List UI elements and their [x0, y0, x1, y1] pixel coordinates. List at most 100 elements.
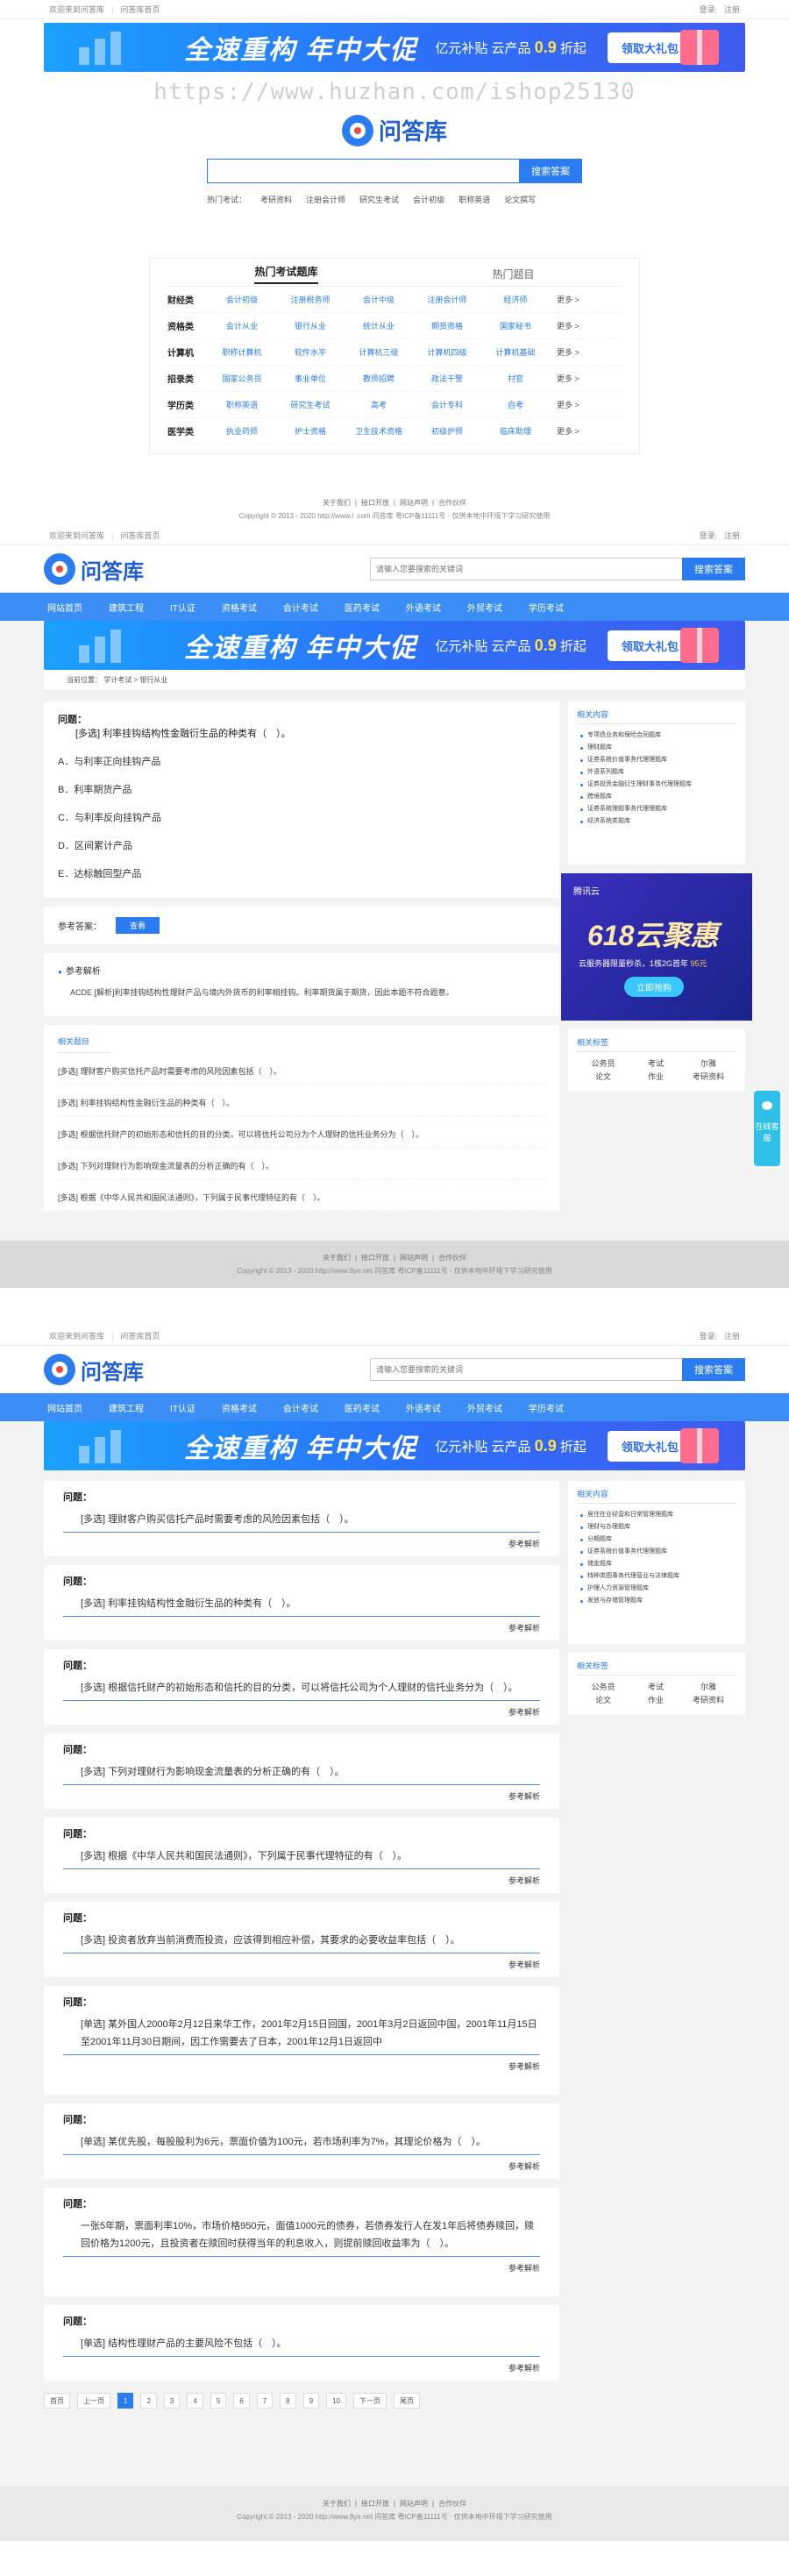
related-item[interactable]: [多选] 利率挂钩结构性金融衍生品的种类有（ ）。 [58, 1097, 545, 1116]
tag-item[interactable]: 论文 [577, 1694, 629, 1707]
footer-link-api[interactable]: 接口开放 [361, 499, 389, 507]
footer-link-api[interactable]: 接口开放 [361, 1254, 389, 1262]
category-more-link[interactable]: 更多 > [557, 425, 579, 437]
view-analysis-link[interactable]: 参考解析 [63, 1875, 540, 1886]
home-link[interactable]: 问答库首页 [120, 5, 160, 14]
sidebar-related-item[interactable]: 经济系统类题库 [577, 815, 736, 828]
page-button[interactable]: 7 [256, 2393, 274, 2409]
page-button[interactable]: 尾页 [393, 2393, 420, 2409]
register-link[interactable]: 注册 [724, 1332, 740, 1341]
hot-search-item[interactable]: 考研资料 [260, 194, 292, 205]
category-item[interactable]: 村官 [481, 373, 550, 384]
sidebar-related-item[interactable]: 特种类图事务代理营业与法律题库 [577, 1570, 736, 1583]
page-button[interactable]: 4 [187, 2393, 203, 2409]
promo-banner[interactable]: 全速重构 年中大促 亿元补贴 云产品 0.9 折起 领取大礼包 [44, 23, 745, 72]
category-item[interactable]: 注册税务师 [276, 294, 345, 305]
question-text[interactable]: [多选] 根据信托财产的初始形态和信托的目的分类，可以将信托公司为个人理财的信托… [63, 1679, 540, 1701]
home-link[interactable]: 问答库首页 [120, 1332, 160, 1341]
category-item[interactable]: 事业单位 [276, 373, 345, 384]
category-item[interactable]: 经济师 [481, 294, 550, 305]
header-search-button[interactable]: 搜索答案 [682, 558, 745, 580]
category-item[interactable]: 职称英语 [208, 399, 276, 410]
category-more-link[interactable]: 更多 > [557, 399, 579, 410]
sidebar-related-item[interactable]: 理财与办理题库 [577, 1521, 736, 1534]
ad-buy-button[interactable]: 立即抢购 [624, 977, 684, 997]
footer-link-partners[interactable]: 合作伙伴 [438, 1254, 466, 1262]
page-button[interactable]: 1 [117, 2393, 134, 2409]
nav-home[interactable]: 网站首页 [47, 1401, 82, 1414]
related-item[interactable]: [多选] 根据信托财产的初始形态和信托的目的分类，可以将信托公司分为个人理财的信… [58, 1128, 545, 1148]
category-more-link[interactable]: 更多 > [557, 346, 579, 358]
category-item[interactable]: 会计专科 [413, 399, 481, 410]
footer-link-statement[interactable]: 网站声明 [400, 2500, 428, 2508]
category-item[interactable]: 期货资格 [413, 320, 481, 331]
sidebar-related-item[interactable]: 理财题库 [577, 742, 736, 754]
category-item[interactable]: 职称计算机 [208, 346, 276, 358]
view-analysis-link[interactable]: 参考解析 [63, 1706, 540, 1718]
tag-item[interactable]: 作业 [629, 1694, 682, 1707]
question-text[interactable]: [单选] 结构性理财产品的主要风险不包括（ ）。 [63, 2335, 540, 2357]
tag-item[interactable]: 尔雅 [682, 1057, 735, 1071]
cloud-ad[interactable]: 腾讯云 618云聚惠 云服务器限量秒杀，1核2G首年 95元 立即抢购 [561, 873, 752, 1021]
tab-hot-exams[interactable]: 热门考试题库 [254, 264, 318, 284]
view-analysis-link[interactable]: 参考解析 [63, 2160, 540, 2172]
view-analysis-link[interactable]: 参考解析 [63, 1622, 540, 1633]
category-item[interactable]: 国家秘书 [481, 320, 550, 331]
view-answer-button[interactable]: 查看 [116, 917, 160, 934]
view-analysis-link[interactable]: 参考解析 [63, 2362, 540, 2373]
question-text[interactable]: [单选] 某优先股，每股股利为6元，票面价值为100元，若市场利率为7%，其理论… [63, 2133, 540, 2155]
view-analysis-link[interactable]: 参考解析 [63, 1959, 540, 1970]
category-item[interactable]: 软件水平 [276, 346, 345, 358]
tag-item[interactable]: 考研资料 [682, 1694, 735, 1707]
question-text[interactable]: 一张5年期，票面利率10%，市场价格950元，面值1000元的债券，若债券发行人… [63, 2217, 540, 2257]
sidebar-related-item[interactable]: 专项债业务和保险合同题库 [577, 729, 736, 742]
category-more-link[interactable]: 更多 > [557, 373, 579, 384]
promo-banner[interactable]: 全速重构 年中大促 亿元补贴 云产品 0.9 折起 领取大礼包 [44, 1421, 745, 1470]
category-item[interactable]: 计算机基础 [481, 346, 550, 358]
sidebar-related-item[interactable]: 跨境题库 [577, 791, 736, 803]
tab-hot-questions[interactable]: 热门题目 [492, 267, 534, 281]
nav-home[interactable]: 网站首页 [47, 601, 82, 614]
page-button[interactable]: 9 [302, 2393, 320, 2409]
footer-link-about[interactable]: 关于我们 [323, 1254, 351, 1262]
page-button[interactable]: 下一页 [352, 2393, 387, 2409]
home-search-button[interactable]: 搜索答案 [519, 159, 582, 183]
nav-it[interactable]: IT认证 [170, 1401, 195, 1414]
category-item[interactable]: 高考 [345, 399, 413, 410]
hot-search-item[interactable]: 职称英语 [458, 194, 490, 205]
home-logo[interactable]: 问答库 [0, 114, 789, 146]
sidebar-related-item[interactable]: 证券系统价值事务代理理题库 [577, 1546, 736, 1558]
register-link[interactable]: 注册 [724, 5, 740, 14]
question-text[interactable]: [多选] 投资者放弃当前消费而投资，应该得到相应补偿，其要求的必要收益率包括（ … [63, 1932, 540, 1953]
question-text[interactable]: [多选] 利率挂钩结构性金融衍生品的种类有（ ）。 [63, 1595, 540, 1617]
nav-accounting[interactable]: 会计考试 [283, 601, 318, 614]
sidebar-related-item[interactable]: 证券系统理题事务代理理题库 [577, 803, 736, 815]
sidebar-related-item[interactable]: 外语系列题库 [577, 766, 736, 779]
nav-construction[interactable]: 建筑工程 [109, 601, 144, 614]
nav-trade[interactable]: 外贸考试 [467, 601, 502, 614]
view-analysis-link[interactable]: 参考解析 [63, 1538, 540, 1549]
nav-medical[interactable]: 医药考试 [345, 1401, 380, 1414]
category-item[interactable]: 研究生考试 [276, 399, 345, 410]
tag-item[interactable]: 考试 [629, 1681, 682, 1694]
view-analysis-link[interactable]: 参考解析 [63, 2060, 540, 2072]
question-text[interactable]: [多选] 理财客户购买信托产品时需要考虑的风险因素包括（ ）。 [63, 1511, 540, 1533]
page-button[interactable]: 2 [140, 2393, 157, 2409]
page-button[interactable]: 首页 [44, 2393, 70, 2409]
category-item[interactable]: 护士资格 [276, 425, 345, 437]
hot-search-item[interactable]: 会计初级 [413, 194, 444, 205]
footer-link-partners[interactable]: 合作伙伴 [438, 499, 466, 507]
login-link[interactable]: 登录 [700, 531, 715, 540]
header-search-button[interactable]: 搜索答案 [682, 1358, 745, 1381]
nav-qualification[interactable]: 资格考试 [222, 1401, 257, 1414]
category-item[interactable]: 卫生技术资格 [345, 425, 413, 437]
nav-academic[interactable]: 学历考试 [529, 601, 564, 614]
footer-link-statement[interactable]: 网站声明 [400, 1254, 428, 1262]
tag-item[interactable]: 考试 [629, 1057, 682, 1071]
online-service-button[interactable]: 在线客服 [754, 1091, 780, 1166]
view-analysis-link[interactable]: 参考解析 [63, 2262, 540, 2274]
hot-search-item[interactable]: 注册会计师 [306, 194, 345, 205]
category-item[interactable]: 临床助理 [481, 425, 550, 437]
category-item[interactable]: 注册会计师 [413, 294, 481, 305]
home-link[interactable]: 问答库首页 [120, 531, 160, 540]
